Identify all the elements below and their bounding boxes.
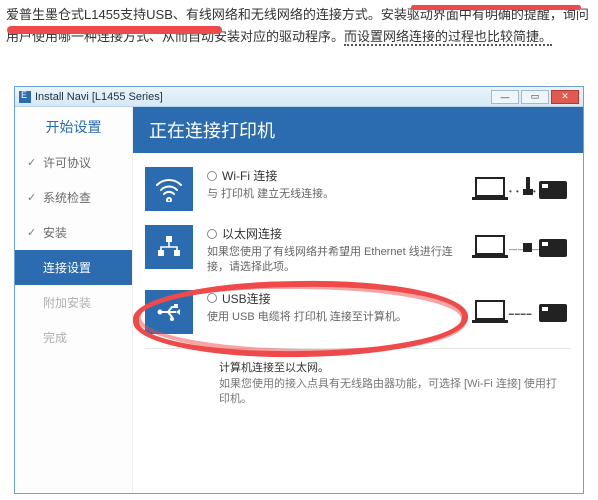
intro-underlined: 而设置网络连接的过程也比较简捷。 [344,29,552,46]
separator [145,348,571,349]
window-titlebar: Install Navi [L1455 Series] — ▭ ✕ [15,87,583,107]
maximize-button[interactable]: ▭ [521,90,549,104]
sidebar-item-label: 完成 [43,329,67,346]
sidebar-item-label: 连接设置 [43,259,91,276]
option-title: USB连接 [222,290,271,307]
option-desc: 使用 USB 电缆将 打印机 连接至计算机。 [207,310,471,325]
check-icon: ✓ [27,191,37,204]
sidebar-item-label: 系统检查 [43,189,91,206]
option-title: 以太网连接 [222,225,282,242]
sidebar-item-label: 安装 [43,224,67,241]
annotation-red-underline-2 [411,5,581,10]
check-icon: ✓ [27,226,37,239]
steps-sidebar: 开始设置 ✓ 许可协议 ✓ 系统检查 ✓ 安装 连接设置 [15,107,133,493]
option-desc: 与 打印机 建立无线连接。 [207,187,471,202]
main-heading: 正在连接打印机 [133,107,583,153]
sidebar-item-additional: 附加安装 [15,285,132,320]
sidebar-item-label: 许可协议 [43,154,91,171]
footer-desc: 如果您使用的接入点具有无线路由器功能，可选择 [Wi-Fi 连接] 使用打印机。 [219,377,559,408]
connection-options: Wi-Fi 连接 与 打印机 建立无线连接。 • • • • [133,153,583,493]
option-title: Wi-Fi 连接 [222,167,277,184]
footer-info: 计算机连接至以太网。 如果您使用的接入点具有无线路由器功能，可选择 [Wi-Fi… [145,359,571,414]
window-title: Install Navi [L1455 Series] [35,91,163,103]
close-button[interactable]: ✕ [551,90,579,104]
sidebar-item-install: ✓ 安装 [15,215,132,250]
footer-title: 计算机连接至以太网。 [219,359,559,375]
sidebar-item-syscheck: ✓ 系统检查 [15,180,132,215]
app-icon [19,91,31,103]
check-icon: ✓ [27,156,37,169]
sidebar-item-label: 附加安装 [43,294,91,311]
main-panel: 正在连接打印机 Wi-Fi 连接 与 打印机 建立无线连接。 [133,107,583,493]
intro-paragraph: 爱普生墨仓式L1455支持USB、有线网络和无线网络的连接方式。安装驱动界面中有… [0,0,598,48]
ethernet-icon [145,225,193,269]
diagram-usb: ━━━━ [475,296,567,330]
installer-window: Install Navi [L1455 Series] — ▭ ✕ 开始设置 ✓… [14,86,584,494]
diagram-wifi: • • • • [475,173,567,207]
option-usb[interactable]: USB连接 使用 USB 电缆将 打印机 连接至计算机。 ━━━━ [145,290,571,334]
sidebar-item-license: ✓ 许可协议 [15,145,132,180]
wifi-icon [145,167,193,211]
annotation-red-underline-1 [7,26,222,34]
radio-icon[interactable] [207,171,217,181]
intro-text-1: 爱普生墨仓式L1455支持USB、有线网络和无线网络的连接方式。 [6,7,381,22]
diagram-ethernet: ——— — [475,231,567,265]
sidebar-item-connection: 连接设置 [15,250,132,285]
option-desc: 如果您使用了有线网络并希望用 Ethernet 线进行连接，请选择此项。 [207,245,471,276]
option-ethernet[interactable]: 以太网连接 如果您使用了有线网络并希望用 Ethernet 线进行连接，请选择此… [145,225,571,276]
option-wifi[interactable]: Wi-Fi 连接 与 打印机 建立无线连接。 • • • • [145,167,571,211]
sidebar-header: 开始设置 [15,107,132,145]
radio-icon[interactable] [207,293,217,303]
usb-icon [145,290,193,334]
radio-icon[interactable] [207,229,217,239]
minimize-button[interactable]: — [491,90,519,104]
sidebar-item-finish: 完成 [15,320,132,355]
